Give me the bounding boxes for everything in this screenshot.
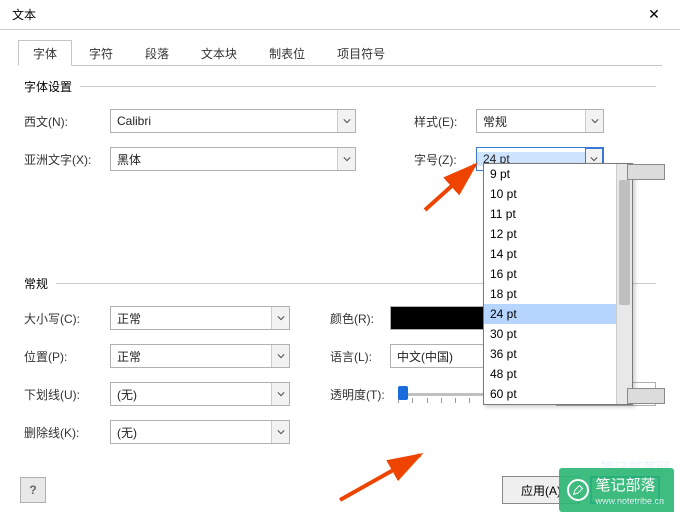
chevron-down-icon[interactable] (271, 421, 289, 443)
tab-tabstops[interactable]: 制表位 (254, 40, 320, 65)
tab-textblock[interactable]: 文本块 (186, 40, 252, 65)
asian-font-combo[interactable]: 黑体 (110, 147, 356, 171)
western-font-value: Calibri (111, 114, 337, 128)
case-label: 大小写(C): (24, 310, 110, 327)
underline-label: 下划线(U): (24, 386, 110, 403)
style-combo[interactable]: 常规 (476, 109, 604, 133)
color-label: 颜色(R): (330, 310, 390, 327)
pencil-icon (567, 479, 589, 501)
style-label: 样式(E): (414, 113, 476, 130)
western-font-combo[interactable]: Calibri (110, 109, 356, 133)
underline-value: (无) (111, 386, 271, 403)
section-label: 常规 (24, 275, 48, 292)
tab-font[interactable]: 字体 (18, 40, 72, 66)
title-bar: 文本 ✕ (0, 0, 680, 30)
position-label: 位置(P): (24, 348, 110, 365)
size-option[interactable]: 48 pt (484, 364, 632, 384)
asian-font-value: 黑体 (111, 151, 337, 168)
tab-bullets[interactable]: 项目符号 (322, 40, 400, 65)
size-option[interactable]: 12 pt (484, 224, 632, 244)
chevron-down-icon[interactable] (271, 307, 289, 329)
case-combo[interactable]: 正常 (110, 306, 290, 330)
case-value: 正常 (111, 310, 271, 327)
close-icon[interactable]: ✕ (634, 6, 674, 23)
size-option[interactable]: 9 pt (484, 164, 632, 184)
tabs: 字体 字符 段落 文本块 制表位 项目符号 (18, 40, 662, 66)
size-dropdown[interactable]: 9 pt10 pt11 pt12 pt14 pt16 pt18 pt24 pt3… (483, 163, 633, 405)
strike-value: (无) (111, 424, 271, 441)
scroll-thumb[interactable] (619, 180, 630, 305)
chevron-down-icon[interactable] (271, 383, 289, 405)
size-option[interactable]: 14 pt (484, 244, 632, 264)
tab-character[interactable]: 字符 (74, 40, 128, 65)
opacity-label: 透明度(T): (330, 386, 398, 403)
strike-combo[interactable]: (无) (110, 420, 290, 444)
underline-combo[interactable]: (无) (110, 382, 290, 406)
size-option[interactable]: 16 pt (484, 264, 632, 284)
style-value: 常规 (477, 113, 585, 130)
divider (80, 86, 656, 87)
watermark-sub: www.notetribe.cn (595, 496, 664, 506)
section-label: 字体设置 (24, 78, 72, 95)
size-label: 字号(Z): (414, 151, 476, 168)
slider-thumb[interactable] (398, 386, 408, 400)
watermark-badge: 笔记部落 www.notetribe.cn (559, 468, 674, 512)
asian-font-label: 亚洲文字(X): (24, 151, 110, 168)
chevron-down-icon[interactable] (271, 345, 289, 367)
scroll-up-icon[interactable] (627, 164, 665, 180)
tab-paragraph[interactable]: 段落 (130, 40, 184, 65)
help-button[interactable]: ? (20, 477, 46, 503)
western-font-label: 西文(N): (24, 113, 110, 130)
size-option[interactable]: 30 pt (484, 324, 632, 344)
size-option[interactable]: 18 pt (484, 284, 632, 304)
size-option[interactable]: 11 pt (484, 204, 632, 224)
position-combo[interactable]: 正常 (110, 344, 290, 368)
size-option[interactable]: 10 pt (484, 184, 632, 204)
window-title: 文本 (6, 6, 634, 23)
size-option[interactable]: 24 pt (484, 304, 632, 324)
position-value: 正常 (111, 348, 271, 365)
chevron-down-icon[interactable] (337, 148, 355, 170)
scroll-down-icon[interactable] (627, 388, 665, 404)
size-option[interactable]: 36 pt (484, 344, 632, 364)
scrollbar[interactable] (616, 164, 632, 404)
chevron-down-icon[interactable] (337, 110, 355, 132)
size-option[interactable]: 60 pt (484, 384, 632, 404)
strike-label: 删除线(K): (24, 424, 110, 441)
chevron-down-icon[interactable] (585, 110, 603, 132)
section-font-settings: 字体设置 (24, 78, 656, 95)
watermark-title: 笔记部落 (595, 474, 664, 495)
language-label: 语言(L): (330, 348, 390, 365)
